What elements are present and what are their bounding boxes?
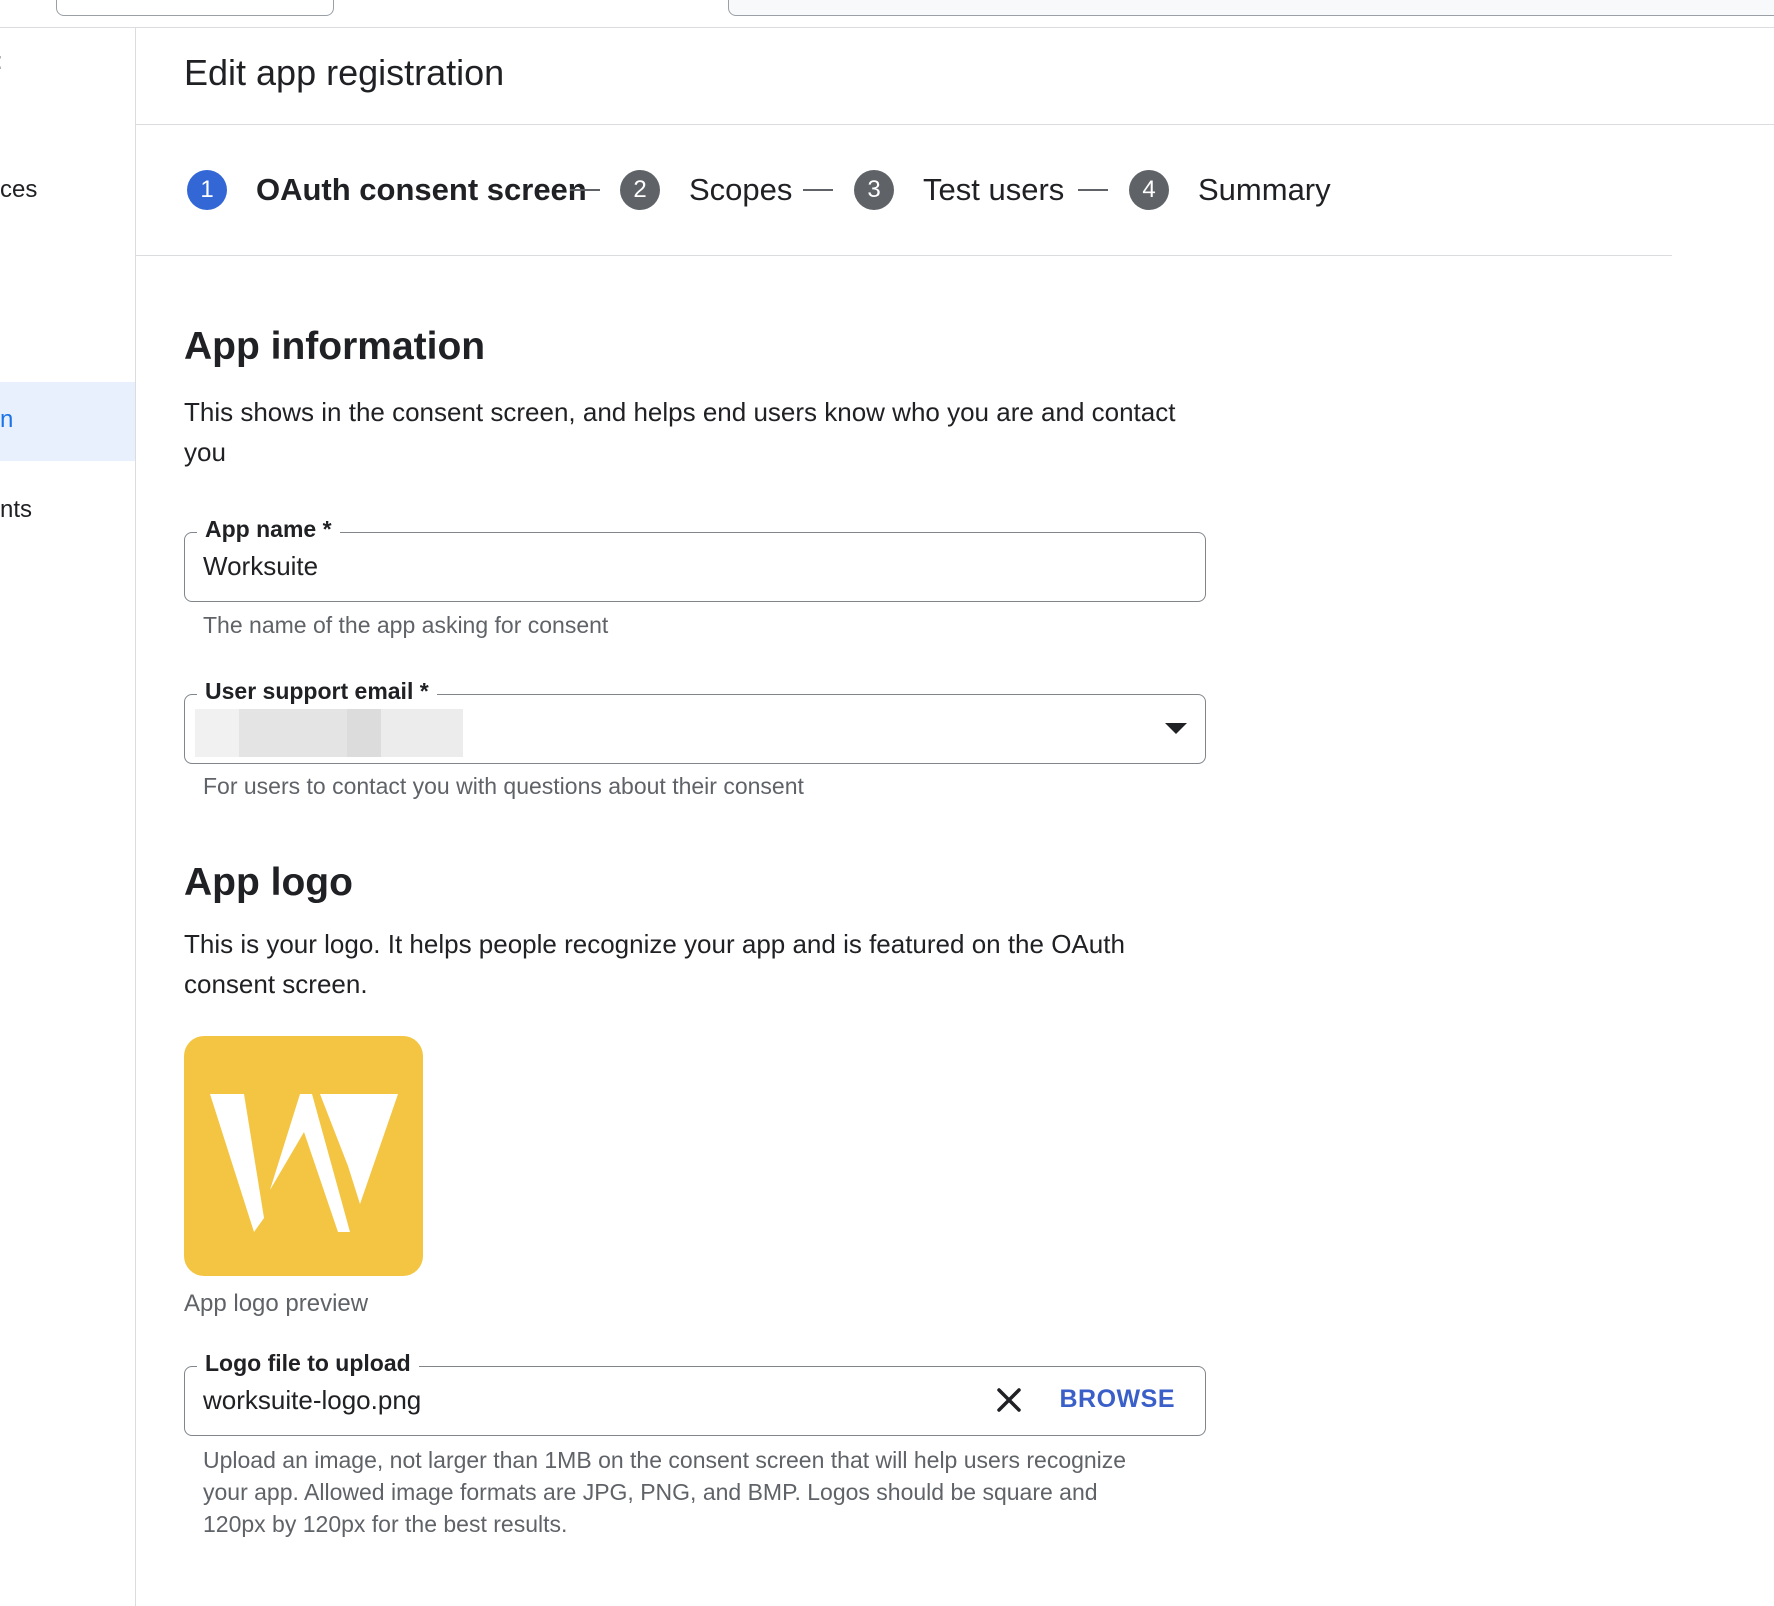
sidebar-item-label: nts xyxy=(0,496,33,523)
support-email-select[interactable]: User support email * xyxy=(184,678,1206,764)
step-2-label[interactable]: Scopes xyxy=(689,170,792,210)
logo-file-name: worksuite-logo.png xyxy=(203,1385,422,1415)
step-3-label[interactable]: Test users xyxy=(923,170,1064,210)
search-bar[interactable] xyxy=(728,0,1774,16)
logo-upload-label: Logo file to upload xyxy=(197,1350,419,1377)
page-title: Edit app registration xyxy=(184,52,505,93)
app-information-description: This shows in the consent screen, and he… xyxy=(184,397,1176,467)
helper-line: 120px by 120px for the best results. xyxy=(203,1511,568,1537)
app-name-helper: The name of the app asking for consent xyxy=(203,612,609,638)
app-name-input[interactable]: Worksuite xyxy=(203,551,318,582)
sidebar-item-partial[interactable]: : xyxy=(0,28,135,98)
app-information-heading: App information xyxy=(184,325,486,368)
redacted-email xyxy=(381,709,463,757)
support-email-helper: For users to contact you with questions … xyxy=(203,773,804,799)
project-selector[interactable] xyxy=(56,0,334,16)
helper-line: your app. Allowed image formats are JPG,… xyxy=(203,1479,1098,1505)
sidebar-item-credentials[interactable]: nts xyxy=(0,488,135,538)
worksuite-logo-icon xyxy=(210,1094,398,1232)
sidebar-back-fragment: : xyxy=(0,48,135,76)
step-1-number: 1 xyxy=(187,170,227,210)
browse-button[interactable]: BROWSE xyxy=(1060,1385,1176,1414)
app-logo-heading: App logo xyxy=(184,861,353,904)
redacted-email xyxy=(347,709,381,757)
step-connector xyxy=(570,189,600,191)
clear-icon[interactable] xyxy=(993,1384,1025,1416)
app-logo-preview xyxy=(184,1036,423,1276)
dropdown-arrow-icon[interactable] xyxy=(1165,723,1187,735)
redacted-email xyxy=(239,709,347,757)
logo-upload-helper: Upload an image, not larger than 1MB on … xyxy=(203,1444,1126,1540)
step-1-label[interactable]: OAuth consent screen xyxy=(256,170,587,210)
logo-preview-caption: App logo preview xyxy=(184,1290,369,1317)
step-2-number: 2 xyxy=(620,170,660,210)
sidebar-item-label: ces xyxy=(0,176,38,203)
redacted-email xyxy=(195,709,239,757)
step-connector xyxy=(803,189,833,191)
step-3-number: 3 xyxy=(854,170,894,210)
sidebar-item-label: n xyxy=(0,406,14,433)
app-name-label: App name * xyxy=(197,516,340,543)
app-logo-description: This is your logo. It helps people recog… xyxy=(184,929,1125,999)
sidebar-item-services[interactable]: ces xyxy=(0,168,135,218)
logo-upload-field[interactable]: Logo file to upload worksuite-logo.png B… xyxy=(184,1350,1206,1436)
step-4-number: 4 xyxy=(1129,170,1169,210)
app-name-field[interactable]: App name * Worksuite xyxy=(184,516,1206,602)
step-connector xyxy=(1078,189,1108,191)
stepper: 1 OAuth consent screen 2 Scopes 3 Test u… xyxy=(136,125,1672,256)
sidebar-item-oauth-consent[interactable]: n xyxy=(0,382,135,461)
step-4-label[interactable]: Summary xyxy=(1198,170,1331,210)
helper-line: Upload an image, not larger than 1MB on … xyxy=(203,1447,1127,1473)
support-email-label: User support email * xyxy=(197,678,437,705)
sidebar: : ces n nts xyxy=(0,28,136,1606)
